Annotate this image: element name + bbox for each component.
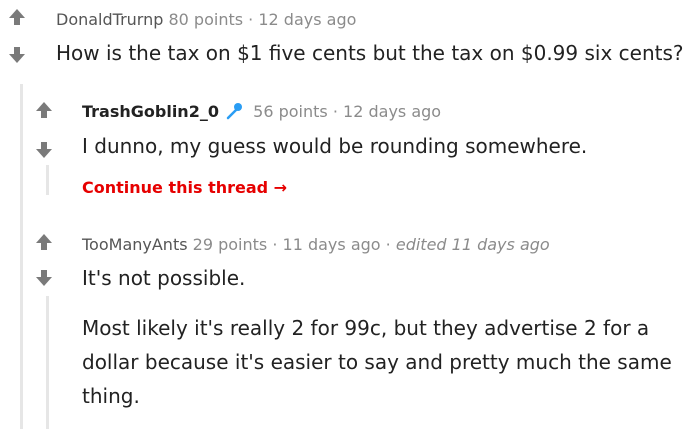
meta-separator: · (332, 102, 338, 121)
meta-separator: · (272, 235, 278, 254)
continue-thread-link[interactable]: Continue this thread → (82, 178, 287, 198)
arrow-up-icon[interactable] (8, 8, 26, 26)
author-link[interactable]: DonaldTrurnp (56, 10, 163, 29)
comment-meta: DonaldTrurnp 80 points · 12 days ago (56, 10, 356, 30)
thread-line[interactable] (20, 84, 23, 429)
points-count: 80 points (168, 10, 244, 29)
arrow-down-icon[interactable] (8, 46, 26, 64)
thread-line-nested[interactable] (46, 296, 49, 429)
thread-line-nested[interactable] (46, 165, 49, 195)
vote-controls (5, 8, 29, 64)
comment-paragraph: Most likely it's really 2 for 99c, but t… (82, 316, 672, 408)
comment-text: How is the tax on $1 five cents but the … (56, 41, 684, 65)
points-count: 56 points (253, 102, 328, 121)
comment-body: It's not possible. Most likely it's real… (82, 261, 692, 413)
comment-text: I dunno, my guess would be rounding some… (82, 134, 588, 158)
arrow-up-icon[interactable] (35, 101, 53, 119)
comment-body: How is the tax on $1 five cents but the … (56, 36, 696, 70)
arrow-down-icon[interactable] (35, 269, 53, 287)
timestamp[interactable]: 12 days ago (343, 102, 441, 121)
meta-separator: · (248, 10, 254, 29)
comment-thread: DonaldTrurnp 80 points · 12 days ago How… (0, 0, 700, 429)
timestamp[interactable]: 12 days ago (258, 10, 356, 29)
timestamp[interactable]: 11 days ago (283, 235, 381, 254)
arrow-down-icon[interactable] (35, 141, 53, 159)
meta-separator: · (385, 235, 391, 254)
arrow-up-icon[interactable] (35, 233, 53, 251)
comment-paragraph: It's not possible. (82, 266, 246, 290)
author-link[interactable]: TooManyAnts (82, 235, 188, 254)
author-link[interactable]: TrashGoblin2_0 (82, 102, 219, 121)
points-count: 29 points (192, 235, 268, 254)
microphone-icon (226, 102, 244, 125)
comment-meta: TooManyAnts 29 points · 11 days ago · ed… (82, 235, 550, 255)
comment-body: I dunno, my guess would be rounding some… (82, 129, 692, 163)
comment-meta: TrashGoblin2_0 56 points · 12 days ago (82, 102, 441, 125)
vote-controls (32, 233, 56, 287)
vote-controls (32, 101, 56, 159)
edited-label: edited 11 days ago (395, 235, 550, 254)
